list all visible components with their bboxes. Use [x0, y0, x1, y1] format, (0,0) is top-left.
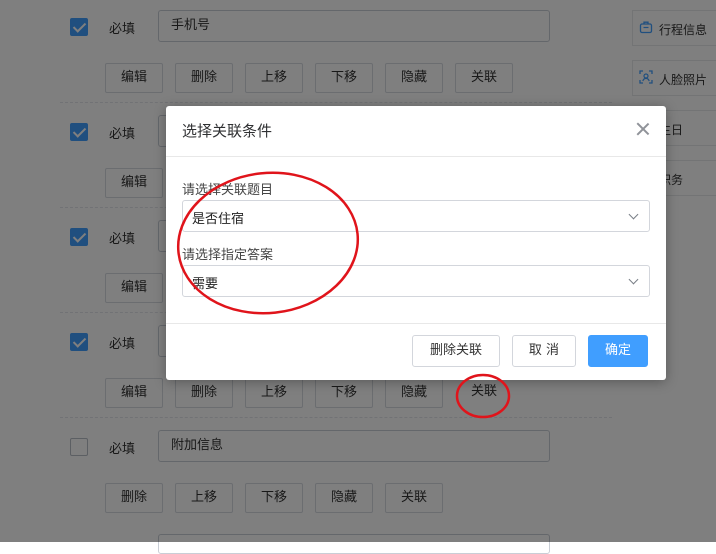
answer-select-value: 需要 — [192, 277, 219, 292]
link-condition-dialog: 选择关联条件 请选择关联题目 是否住宿 请选择指定答案 需要 删除关联 取 消 … — [166, 106, 666, 380]
dialog-title: 选择关联条件 — [182, 122, 273, 140]
close-icon[interactable] — [636, 122, 650, 136]
chevron-down-icon — [628, 209, 639, 220]
dialog-header-divider — [166, 156, 666, 157]
cancel-button[interactable]: 取 消 — [512, 335, 576, 367]
delete-link-button[interactable]: 删除关联 — [412, 335, 500, 367]
chevron-down-icon — [628, 274, 639, 285]
dialog-footer-divider — [166, 323, 666, 324]
answer-select[interactable]: 需要 — [182, 265, 650, 297]
question-select[interactable]: 是否住宿 — [182, 200, 650, 232]
question-label: 请选择关联题目 — [182, 183, 274, 198]
question-select-value: 是否住宿 — [192, 212, 245, 227]
answer-label: 请选择指定答案 — [182, 248, 274, 263]
confirm-button[interactable]: 确定 — [588, 335, 648, 367]
